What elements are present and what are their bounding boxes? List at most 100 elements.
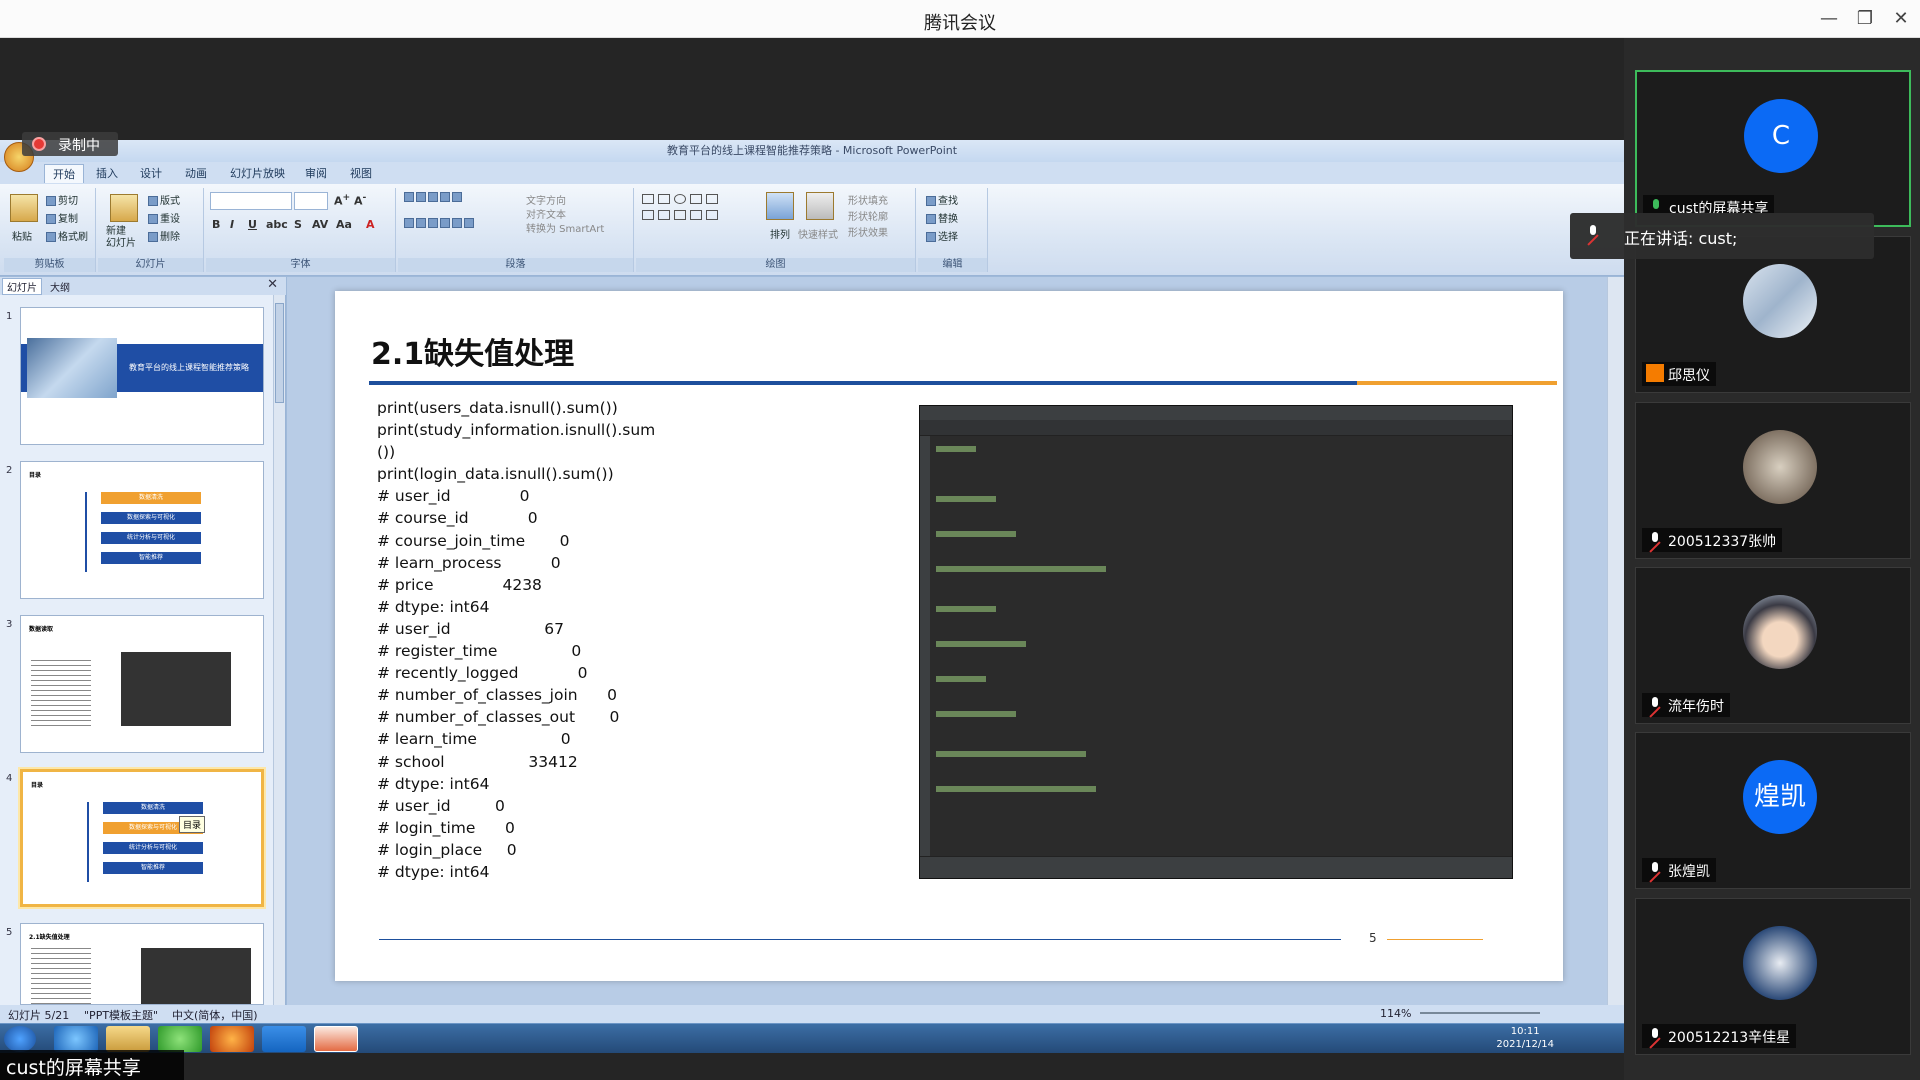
- current-slide[interactable]: 2.1缺失值处理 print(users_data.isnull().sum()…: [335, 291, 1563, 981]
- ie-icon[interactable]: [54, 1026, 98, 1052]
- text-direction-button[interactable]: 文字方向: [526, 192, 566, 207]
- participant-tile[interactable]: 煌凯 张煌凯: [1635, 732, 1911, 889]
- shape-effect-button[interactable]: 形状效果: [848, 224, 888, 239]
- folder-icon[interactable]: [106, 1026, 150, 1052]
- participant-tile[interactable]: C cust的屏幕共享: [1635, 70, 1911, 227]
- meeting-app-icon[interactable]: [262, 1026, 306, 1052]
- slide-thumb-1[interactable]: 教育平台的线上课程智能推荐策略: [20, 307, 264, 445]
- tab-design[interactable]: 设计: [140, 165, 162, 181]
- font-color-icon[interactable]: A: [366, 218, 375, 231]
- shape-triangle-icon[interactable]: [642, 210, 654, 220]
- recording-indicator[interactable]: 录制中: [22, 132, 118, 156]
- minimize-icon[interactable]: —: [1812, 6, 1846, 32]
- firefox-icon[interactable]: [210, 1026, 254, 1052]
- reset-label: 重设: [160, 214, 180, 225]
- ide-line: [936, 786, 1096, 792]
- bullets-icon[interactable]: [404, 192, 464, 203]
- powerpoint-taskbar-icon[interactable]: [314, 1026, 358, 1052]
- participant-tile[interactable]: 200512213辛佳星: [1635, 898, 1911, 1055]
- edit-scrollbar[interactable]: [1607, 277, 1624, 1005]
- find-button[interactable]: 查找: [926, 192, 958, 207]
- spacing-icon[interactable]: AV: [312, 218, 328, 231]
- shape-oval-icon[interactable]: [674, 194, 686, 204]
- cut-label: 剪切: [58, 196, 78, 207]
- arrange-icon[interactable]: [766, 192, 794, 220]
- tab-review[interactable]: 审阅: [305, 165, 327, 181]
- slide-thumb-3[interactable]: 数据读取: [20, 615, 264, 753]
- tab-slideshow[interactable]: 幻灯片放映: [230, 165, 285, 181]
- quick-style-button[interactable]: 快速样式: [798, 226, 838, 241]
- select-button[interactable]: 选择: [926, 228, 958, 243]
- italic-icon[interactable]: I: [230, 218, 234, 231]
- refresh-app-icon[interactable]: [158, 1026, 202, 1052]
- strikethrough-icon[interactable]: abc: [266, 218, 288, 231]
- zoom-level[interactable]: 114%: [1380, 1007, 1411, 1020]
- underline-icon[interactable]: U: [248, 218, 257, 231]
- panel-close-icon[interactable]: ✕: [267, 277, 278, 292]
- change-case-icon[interactable]: Aa: [336, 218, 352, 231]
- shape-connector-icon[interactable]: [658, 210, 670, 220]
- paste-button[interactable]: 粘贴: [12, 228, 32, 243]
- format-painter-button[interactable]: 格式刷: [46, 228, 88, 243]
- participant-tile[interactable]: 流年伤时: [1635, 567, 1911, 724]
- shape-brace-icon[interactable]: [706, 210, 718, 220]
- shape-block-arrow-icon[interactable]: [674, 210, 686, 220]
- font-size-select[interactable]: [294, 192, 328, 210]
- mic-muted-icon: [1648, 1028, 1662, 1044]
- arrange-button[interactable]: 排列: [770, 226, 790, 241]
- layout-button[interactable]: 版式: [148, 192, 180, 207]
- copy-button[interactable]: 复制: [46, 210, 78, 225]
- new-slide-button[interactable]: 新建 幻灯片: [106, 226, 136, 250]
- font-family-select[interactable]: [210, 192, 292, 210]
- shrink-font-icon[interactable]: A-: [354, 192, 366, 208]
- thumb-item: 智能推荐: [101, 552, 201, 564]
- shape-arrow-icon[interactable]: [706, 194, 718, 204]
- new-slide-icon[interactable]: [110, 194, 138, 222]
- tab-animation[interactable]: 动画: [185, 165, 207, 181]
- shape-textbox-icon[interactable]: [658, 194, 670, 204]
- shape-curve-icon[interactable]: [690, 210, 702, 220]
- group-label-slides: 幻灯片: [98, 258, 203, 272]
- close-icon[interactable]: ✕: [1884, 6, 1918, 32]
- zoom-slider[interactable]: [1420, 1012, 1540, 1014]
- group-editing: 查找 替换 选择 编辑: [918, 188, 988, 272]
- shadow-icon[interactable]: S: [294, 218, 302, 231]
- panel-tabs: 幻灯片 大纲 ✕: [0, 277, 286, 295]
- copy-label: 复制: [58, 214, 78, 225]
- reset-button[interactable]: 重设: [148, 210, 180, 225]
- record-icon: [32, 137, 46, 151]
- cut-button[interactable]: 剪切: [46, 192, 78, 207]
- tab-home[interactable]: 开始: [44, 164, 84, 183]
- paste-icon[interactable]: [10, 194, 38, 222]
- thumb-line: [85, 492, 87, 572]
- scroll-thumb[interactable]: [275, 303, 284, 403]
- quick-style-icon[interactable]: [806, 192, 834, 220]
- tab-insert[interactable]: 插入: [96, 165, 118, 181]
- restore-icon[interactable]: ❐: [1848, 6, 1882, 32]
- mic-muted-icon: [1648, 697, 1662, 713]
- participant-tile[interactable]: 邱思仪: [1635, 236, 1911, 393]
- shape-rect-icon[interactable]: [642, 194, 654, 204]
- delete-button[interactable]: 删除: [148, 228, 180, 243]
- shape-outline-button[interactable]: 形状轮廓: [848, 208, 888, 223]
- grow-font-icon[interactable]: A+: [334, 192, 350, 208]
- replace-button[interactable]: 替换: [926, 210, 958, 225]
- slide-thumb-5[interactable]: 2.1缺失值处理: [20, 923, 264, 1005]
- tab-view[interactable]: 视图: [350, 165, 372, 181]
- panel-scrollbar[interactable]: [273, 295, 285, 1005]
- slide-thumb-2[interactable]: 目录 数据清洗 数据探索与可视化 统计分析与可视化 智能推荐: [20, 461, 264, 599]
- tab-slides[interactable]: 幻灯片: [2, 278, 42, 295]
- start-button-icon[interactable]: [4, 1026, 36, 1052]
- smartart-button[interactable]: 转换为 SmartArt: [526, 220, 604, 235]
- participant-tile[interactable]: 200512337张帅: [1635, 402, 1911, 559]
- layout-icon: [148, 196, 158, 206]
- shape-fill-button[interactable]: 形状填充: [848, 192, 888, 207]
- align-text-button[interactable]: 对齐文本: [526, 206, 566, 221]
- ide-menu: [920, 406, 1512, 420]
- ppt-statusbar: 幻灯片 5/21 "PPT模板主题" 中文(简体，中国) 114%: [0, 1005, 1624, 1023]
- shape-line-icon[interactable]: [690, 194, 702, 204]
- align-icons[interactable]: [404, 218, 476, 229]
- slide-thumb-4[interactable]: 目录 数据清洗 数据探索与可视化 统计分析与可视化 智能推荐 目录: [20, 769, 264, 907]
- tab-outline[interactable]: 大纲: [50, 279, 70, 294]
- bold-icon[interactable]: B: [212, 218, 220, 231]
